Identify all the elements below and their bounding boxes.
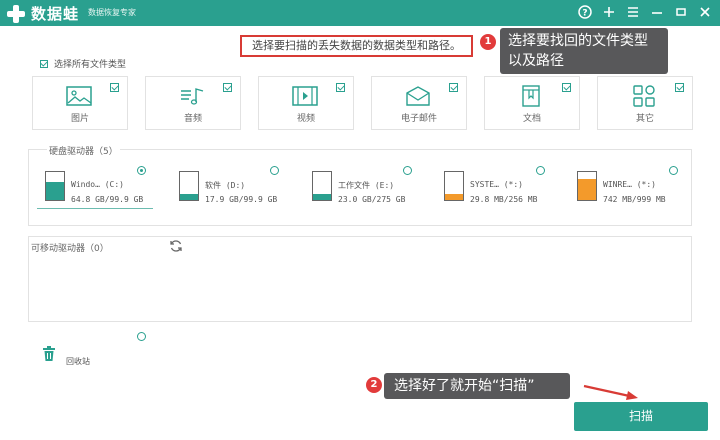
help-icon[interactable]: ?: [578, 3, 592, 21]
recycle-bin-label[interactable]: 回收站: [66, 356, 90, 367]
drive-icon: [179, 171, 199, 201]
drive-name: SYSTE… (*:): [470, 180, 523, 189]
arrow-annotation: [583, 384, 638, 400]
file-type-image[interactable]: 图片: [32, 76, 128, 130]
drive-size: 29.8 MB/256 MB: [470, 195, 538, 204]
drive-c-radio[interactable]: [137, 166, 146, 175]
window-controls: ?: [578, 3, 712, 21]
document-icon: [522, 85, 540, 107]
scan-button[interactable]: 扫描: [574, 402, 708, 431]
app-subtitle: 数据恢复专家: [88, 8, 136, 17]
file-type-label: 文档: [522, 114, 541, 124]
other-icon: [633, 85, 655, 107]
drive-e[interactable]: 工作文件 (E:) 23.0 GB/275 GB: [312, 168, 432, 220]
maximize-icon[interactable]: [674, 3, 688, 21]
drive-usage-fill: [313, 194, 331, 200]
drive-name: WINRE… (*:): [603, 180, 656, 189]
drive-system-radio[interactable]: [536, 166, 545, 175]
audio-icon: [181, 88, 204, 105]
file-type-document[interactable]: 文档: [484, 76, 580, 130]
refresh-icon[interactable]: [169, 239, 183, 253]
drive-e-radio[interactable]: [403, 166, 412, 175]
drive-size: 742 MB/999 MB: [603, 195, 666, 204]
drive-size: 23.0 GB/275 GB: [338, 195, 406, 204]
app-name: 数据蛙: [31, 5, 80, 23]
drive-usage-fill: [46, 181, 64, 200]
drive-winre-radio[interactable]: [669, 166, 678, 175]
type-checkbox[interactable]: [562, 83, 571, 92]
step-1-badge: 1: [480, 34, 496, 50]
drive-usage-fill: [180, 194, 198, 200]
add-icon[interactable]: [602, 3, 616, 21]
file-type-label: 视频: [296, 114, 315, 124]
type-checkbox[interactable]: [110, 83, 119, 92]
drive-usage-fill: [445, 194, 463, 200]
drive-size: 64.8 GB/99.9 GB: [71, 195, 144, 204]
file-type-label: 音频: [183, 114, 202, 124]
trash-icon[interactable]: [42, 346, 56, 362]
drive-c[interactable]: Windo… (C:) 64.8 GB/99.9 GB: [45, 168, 165, 220]
drive-usage-fill: [578, 179, 596, 200]
selected-drive-underline: [37, 208, 153, 209]
drive-name: Windo… (C:): [71, 180, 124, 189]
select-all-checkbox[interactable]: [40, 59, 48, 68]
step-2-callout: 选择好了就开始“扫描”: [384, 373, 570, 399]
type-checkbox[interactable]: [223, 83, 232, 92]
close-icon[interactable]: [698, 3, 712, 21]
file-type-audio[interactable]: 音频: [145, 76, 241, 130]
menu-icon[interactable]: [626, 3, 640, 21]
drive-icon: [312, 171, 332, 201]
file-type-label: 图片: [70, 114, 89, 124]
type-checkbox[interactable]: [675, 83, 684, 92]
minimize-icon[interactable]: [650, 3, 664, 21]
type-checkbox[interactable]: [336, 83, 345, 92]
hard-drive-title: 硬盘驱动器（5）: [47, 144, 120, 157]
drive-size: 17.9 GB/99.9 GB: [205, 195, 278, 204]
recycle-bin-radio[interactable]: [137, 332, 146, 341]
file-type-email[interactable]: 电子邮件: [371, 76, 467, 130]
app-logo: 数据蛙: [6, 3, 79, 24]
drive-d-radio[interactable]: [270, 166, 279, 175]
logo-cross-icon: [6, 4, 26, 24]
drive-name: 工作文件 (E:): [338, 181, 395, 190]
title-bar: 数据蛙 数据恢复专家 ?: [0, 0, 720, 26]
drive-winre[interactable]: WINRE… (*:) 742 MB/999 MB: [577, 168, 697, 220]
file-type-other[interactable]: 其它: [597, 76, 693, 130]
drive-d[interactable]: 软件 (D:) 17.9 GB/99.9 GB: [179, 168, 299, 220]
image-icon: [66, 86, 92, 106]
drive-system[interactable]: SYSTE… (*:) 29.8 MB/256 MB: [444, 168, 564, 220]
file-type-video[interactable]: 视频: [258, 76, 354, 130]
file-type-label: 其它: [635, 114, 654, 124]
step-1-callout: 选择要找回的文件类型以及路径: [500, 28, 668, 74]
hard-drive-panel: 硬盘驱动器（5） Windo… (C:) 64.8 GB/99.9 GB 软件 …: [28, 144, 692, 226]
drive-icon: [45, 171, 65, 201]
select-all-label: 选择所有文件类型: [54, 60, 127, 70]
drive-name: 软件 (D:): [205, 181, 246, 190]
svg-text:?: ?: [582, 9, 587, 19]
video-icon: [292, 86, 318, 106]
file-type-label: 电子邮件: [400, 114, 437, 124]
email-icon: [406, 86, 430, 106]
removable-drive-title: 可移动驱动器（0）: [31, 244, 109, 254]
select-all-types[interactable]: 选择所有文件类型: [40, 57, 126, 70]
file-type-list: 图片 音频 视频 电子邮件 文档 其它: [32, 76, 693, 130]
step-2-badge: 2: [366, 377, 382, 393]
instruction-text: 选择要扫描的丢失数据的数据类型和路径。: [240, 35, 473, 57]
drive-icon: [444, 171, 464, 201]
drive-icon: [577, 171, 597, 201]
removable-drive-panel: 可移动驱动器（0）: [28, 236, 692, 322]
type-checkbox[interactable]: [449, 83, 458, 92]
